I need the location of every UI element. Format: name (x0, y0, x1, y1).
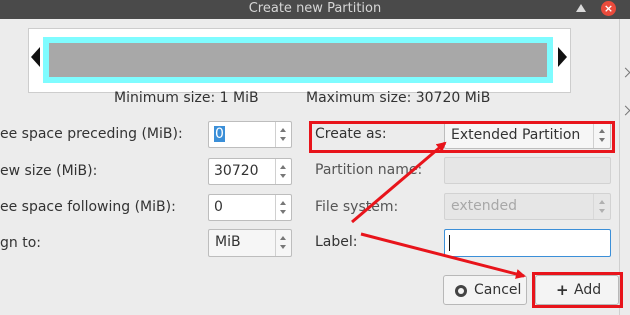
annotation-arrow-to-add (360, 232, 526, 279)
annotation-arrow-to-create-as (351, 141, 447, 224)
annotation-arrows (351, 141, 526, 279)
